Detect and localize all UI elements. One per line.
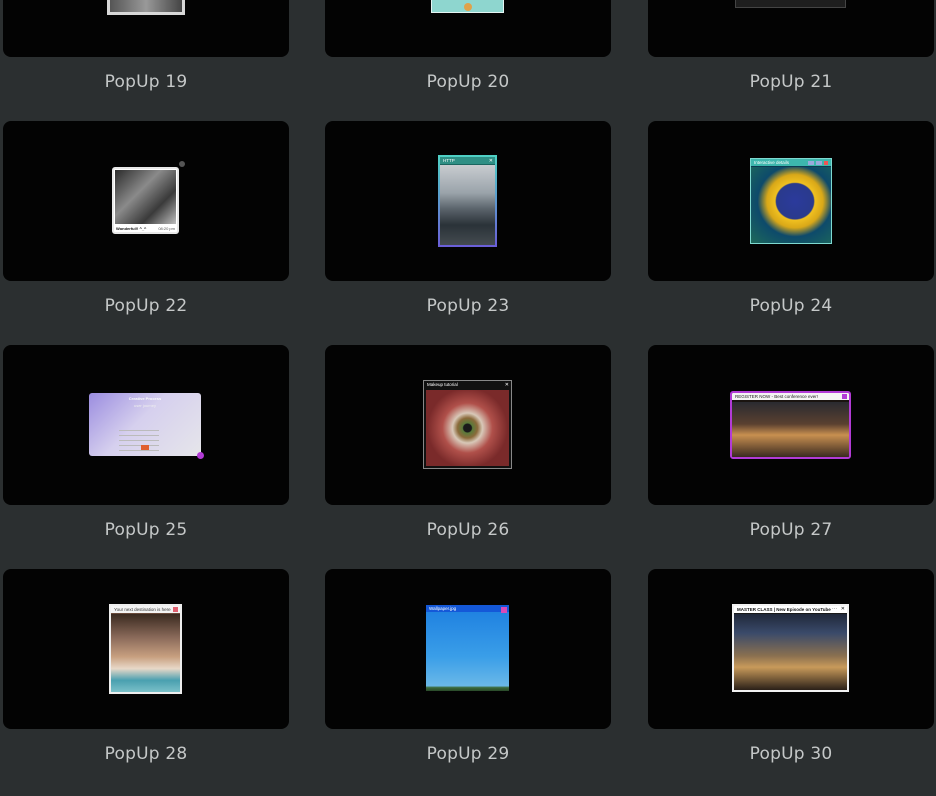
preview-image [734, 614, 847, 690]
card-label-29: PopUp 29 [426, 744, 510, 764]
preview-image [732, 402, 849, 457]
popup-preview [431, 0, 504, 13]
close-icon[interactable]: ✕ [505, 382, 509, 388]
card-label-19: PopUp 19 [104, 72, 188, 92]
preview-image [119, 429, 159, 451]
close-icon[interactable] [501, 607, 507, 613]
popup-card-28[interactable]: Your next destination is here [3, 569, 289, 729]
close-icon[interactable]: ✕ [841, 606, 845, 612]
close-icon[interactable]: ✕ [489, 158, 493, 164]
preview-image [426, 390, 509, 466]
card-label-20: PopUp 20 [426, 72, 510, 92]
popup-header: Wallpaper.jpg [426, 605, 509, 612]
popup-card-19[interactable] [3, 0, 289, 57]
popup-preview: Interactive details [750, 158, 832, 244]
popup-caption: Wonderful!! ^_^ [116, 226, 147, 231]
popup-card-24[interactable]: Interactive details [648, 121, 934, 281]
popup-card-21[interactable] [648, 0, 934, 57]
popup-header: Your next destination is here [111, 606, 180, 613]
preview-image [110, 0, 182, 12]
card-label-23: PopUp 23 [426, 296, 510, 316]
preview-image [751, 167, 831, 243]
popup-card-20[interactable] [325, 0, 611, 57]
card-label-24: PopUp 24 [749, 296, 833, 316]
popup-preview [107, 0, 185, 15]
close-icon[interactable] [842, 394, 847, 399]
popup-card-25[interactable]: Creative Process user journey [3, 345, 289, 505]
popup-card-22[interactable]: Wonderful!! ^_^ 08:20 pm [3, 121, 289, 281]
popup-header: Makeup tutorial [424, 381, 511, 388]
popup-preview [735, 0, 846, 8]
card-label-21: PopUp 21 [749, 72, 833, 92]
popup-header: REGISTER NOW - Best conference ever! [732, 393, 849, 400]
popup-card-29[interactable]: Wallpaper.jpg [325, 569, 611, 729]
popup-header: HTTP [440, 157, 495, 164]
window-controls[interactable] [808, 161, 828, 165]
preview-image [111, 614, 180, 692]
popup-preview: Creative Process user journey [89, 393, 201, 456]
preview-image [464, 3, 472, 11]
popup-title: Creative Process [128, 396, 162, 401]
popup-card-26[interactable]: Makeup tutorial ✕ [325, 345, 611, 505]
card-label-27: PopUp 27 [749, 520, 833, 540]
more-icon[interactable]: ··· [832, 606, 837, 612]
status-dot [179, 161, 185, 167]
close-icon[interactable] [173, 607, 178, 612]
record-icon[interactable] [197, 452, 204, 459]
popup-preview: Wonderful!! ^_^ 08:20 pm [112, 167, 179, 234]
popup-header: MASTER CLASS | New Episode on YouTube [734, 606, 847, 613]
preview-accent [141, 445, 149, 450]
preview-image [440, 165, 495, 245]
popup-card-27[interactable]: REGISTER NOW - Best conference ever! [648, 345, 934, 505]
card-label-30: PopUp 30 [749, 744, 833, 764]
card-label-22: PopUp 22 [104, 296, 188, 316]
popup-card-30[interactable]: MASTER CLASS | New Episode on YouTube ··… [648, 569, 934, 729]
card-label-25: PopUp 25 [104, 520, 188, 540]
popup-time: 08:20 pm [158, 226, 175, 231]
card-label-28: PopUp 28 [104, 744, 188, 764]
preview-image [115, 170, 176, 224]
card-label-26: PopUp 26 [426, 520, 510, 540]
popup-preview: Wallpaper.jpg [426, 605, 509, 691]
popup-preview: REGISTER NOW - Best conference ever! [730, 391, 851, 459]
popup-preview: Makeup tutorial ✕ [423, 380, 512, 469]
popup-preview: Your next destination is here [109, 604, 182, 694]
popup-preview: HTTP ✕ [438, 155, 497, 247]
popup-preview: MASTER CLASS | New Episode on YouTube ··… [732, 604, 849, 692]
popup-card-23[interactable]: HTTP ✕ [325, 121, 611, 281]
popup-subtitle: user journey [133, 403, 156, 408]
